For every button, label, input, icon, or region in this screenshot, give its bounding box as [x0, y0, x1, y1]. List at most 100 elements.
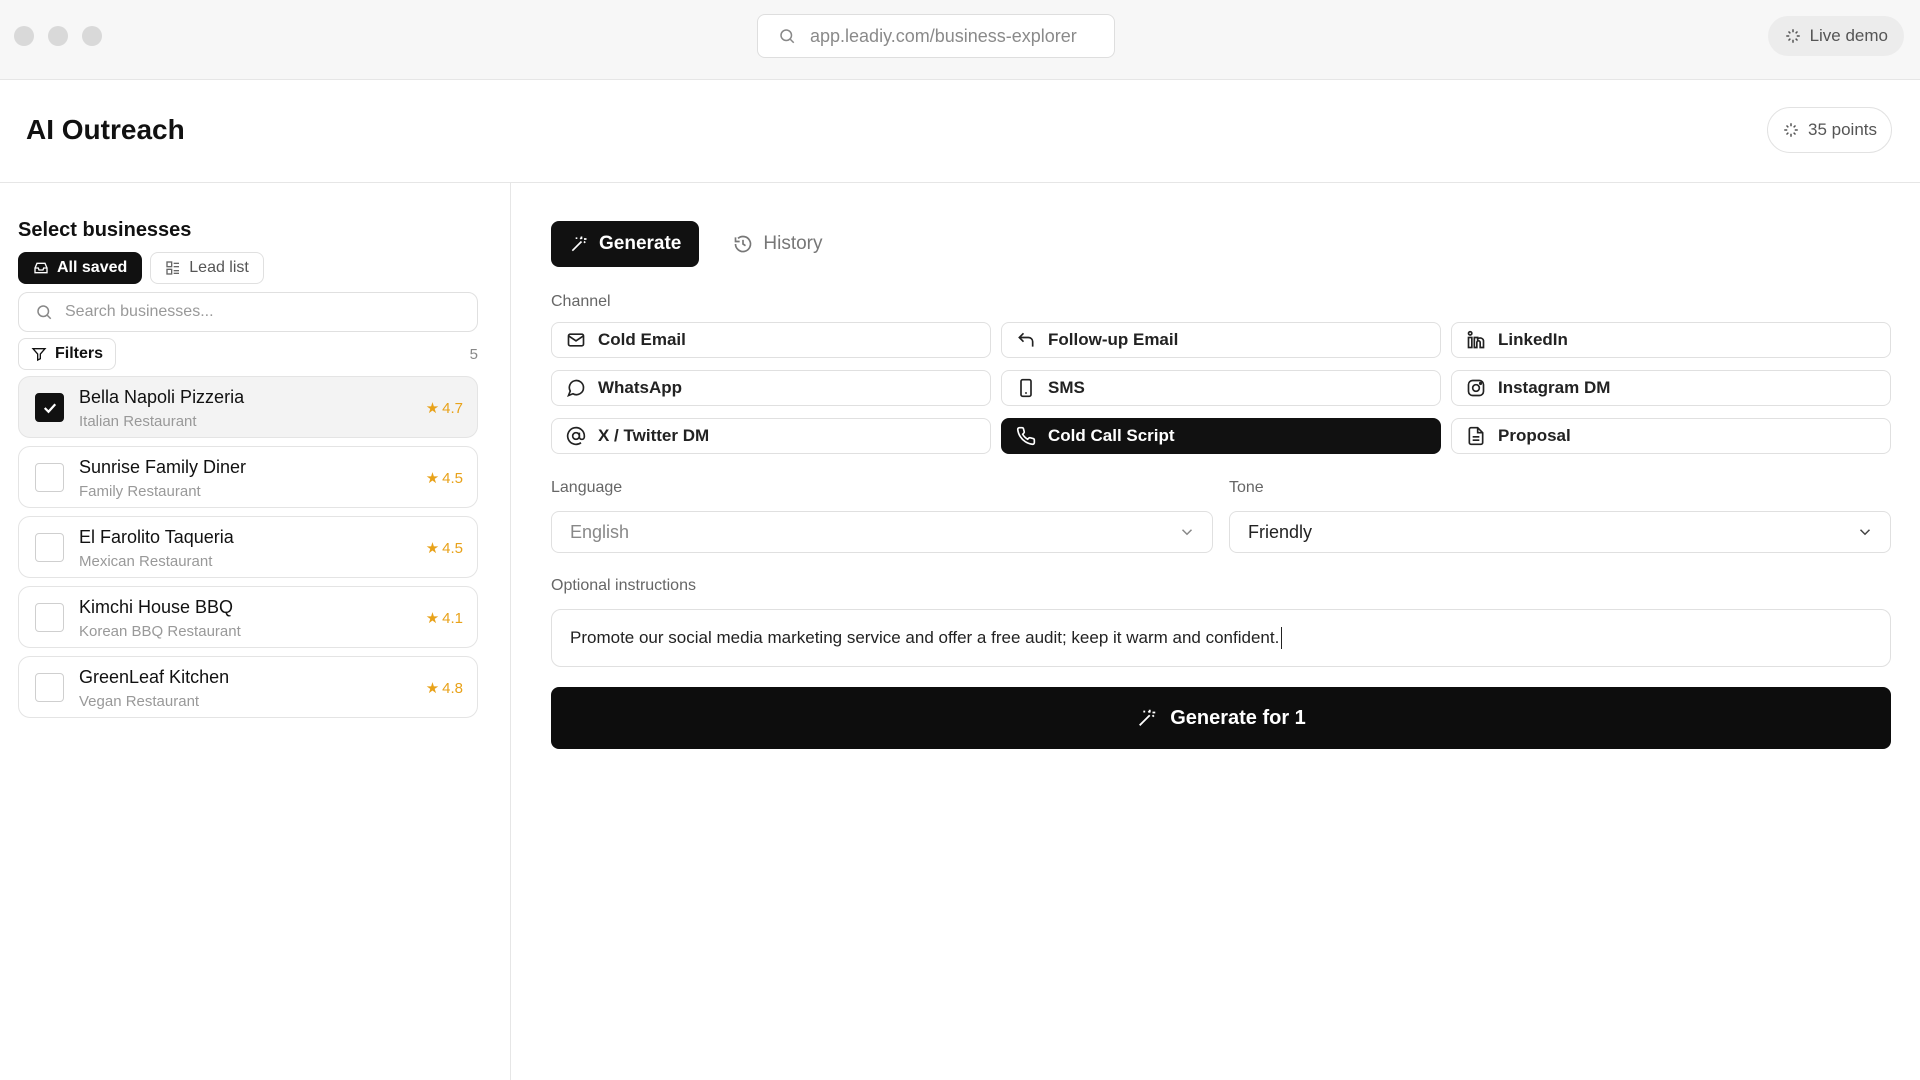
business-item[interactable]: Sunrise Family Diner Family Restaurant ★…: [18, 446, 478, 508]
text-caret: [1281, 627, 1283, 649]
business-rating: ★ 4.1: [426, 609, 463, 628]
channel-cold-call-script[interactable]: Cold Call Script: [1001, 418, 1441, 454]
tab-generate[interactable]: Generate: [551, 221, 700, 267]
business-checkbox[interactable]: [35, 603, 64, 632]
business-name: Sunrise Family Diner: [79, 457, 247, 477]
magic-wand-icon: [1139, 709, 1156, 726]
language-label: Language: [551, 479, 623, 496]
business-type: Vegan Restaurant: [79, 693, 200, 710]
channel-cold-email[interactable]: Cold Email: [551, 322, 991, 358]
channel-label-text: X / Twitter DM: [598, 426, 710, 445]
tab-history[interactable]: History: [715, 221, 840, 267]
channel-proposal[interactable]: Proposal: [1451, 418, 1891, 454]
business-checkbox[interactable]: [35, 393, 64, 422]
business-type: Family Restaurant: [79, 483, 201, 500]
phone-icon: [1016, 426, 1036, 446]
url-text: app.leadiy.com/business-explorer: [810, 25, 1077, 46]
tone-value: Friendly: [1248, 521, 1313, 542]
points-label: 35 points: [1808, 120, 1877, 139]
points-badge[interactable]: 35 points: [1767, 107, 1892, 153]
business-rating: ★ 4.5: [425, 539, 463, 558]
business-search-input[interactable]: Search businesses...: [18, 292, 478, 332]
instructions-label: Optional instructions: [551, 577, 696, 594]
list-icon: [166, 261, 180, 275]
channel-label-text: LinkedIn: [1498, 330, 1568, 349]
business-item[interactable]: El Farolito Taqueria Mexican Restaurant …: [18, 516, 478, 578]
tab-generate-label: Generate: [599, 233, 682, 254]
business-checkbox[interactable]: [35, 533, 64, 562]
tab-history-label: History: [763, 233, 823, 254]
instructions-input[interactable]: Promote our social media marketing servi…: [551, 609, 1891, 667]
generate-button[interactable]: Generate for 1: [551, 687, 1891, 749]
channel-label-text: SMS: [1048, 378, 1085, 397]
chevron-down-icon: [1181, 529, 1193, 536]
address-bar[interactable]: app.leadiy.com/business-explorer: [757, 14, 1115, 58]
filters-button[interactable]: Filters: [18, 338, 117, 370]
linkedin-icon: [1467, 330, 1485, 349]
business-name: GreenLeaf Kitchen: [79, 667, 230, 687]
channel-linkedin[interactable]: LinkedIn: [1451, 322, 1891, 358]
inbox-icon: [34, 262, 48, 274]
rating-value: 4.7: [442, 399, 463, 417]
channel-x-twitter-dm[interactable]: X / Twitter DM: [551, 418, 991, 454]
language-select[interactable]: English: [551, 511, 1213, 553]
channel-label-text: WhatsApp: [598, 378, 683, 397]
business-name: Kimchi House BBQ: [79, 597, 234, 617]
source-toggle: All saved Lead list: [18, 252, 510, 284]
result-count: 5: [469, 345, 478, 363]
search-icon: [780, 29, 795, 44]
page-title: AI Outreach: [26, 114, 185, 145]
language-value: English: [570, 521, 630, 542]
business-rating: ★ 4.5: [426, 469, 463, 488]
channel-instagram-dm[interactable]: Instagram DM: [1451, 370, 1891, 406]
all-saved-label: All saved: [57, 259, 128, 276]
channel-grid: Cold Email Follow-up Email LinkedIn What…: [551, 322, 1891, 454]
window-minimize-dot[interactable]: [48, 26, 68, 46]
channel-label-text: Cold Email: [598, 330, 686, 349]
check-icon: [43, 402, 56, 413]
magic-wand-icon: [571, 236, 587, 252]
channel-label-text: Cold Call Script: [1048, 426, 1175, 445]
star-icon: ★: [425, 540, 440, 557]
business-name: El Farolito Taqueria: [79, 527, 234, 547]
business-checkbox[interactable]: [35, 673, 64, 702]
star-icon: ★: [425, 400, 440, 417]
rating-value: 4.8: [442, 679, 463, 697]
sparkle-icon: [1784, 123, 1798, 137]
search-icon: [37, 305, 52, 320]
generate-label: Generate for 1: [1170, 706, 1306, 729]
star-icon: ★: [425, 680, 440, 697]
filter-row: Filters 5: [18, 338, 478, 370]
business-item[interactable]: GreenLeaf Kitchen Vegan Restaurant ★ 4.8: [18, 656, 478, 718]
channel-sms[interactable]: SMS: [1001, 370, 1441, 406]
app-header: AI Outreach 35 points: [0, 80, 1920, 183]
phone-device-icon: [1020, 378, 1032, 398]
rating-value: 4.5: [442, 539, 463, 557]
mail-icon: [567, 333, 585, 347]
channel-whatsapp[interactable]: WhatsApp: [551, 370, 991, 406]
business-item[interactable]: Kimchi House BBQ Korean BBQ Restaurant ★…: [18, 586, 478, 648]
business-rating: ★ 4.8: [425, 679, 463, 698]
window-close-dot[interactable]: [14, 26, 34, 46]
sidebar-heading: Select businesses: [18, 219, 192, 241]
filters-label: Filters: [55, 345, 104, 362]
business-item[interactable]: Bella Napoli Pizzeria Italian Restaurant…: [18, 376, 478, 438]
live-demo-button[interactable]: Live demo: [1767, 16, 1904, 56]
main-tabs: Generate History: [551, 221, 841, 267]
business-type: Mexican Restaurant: [79, 553, 213, 570]
business-sidebar: Select businesses All saved Lead list Se…: [0, 183, 511, 1080]
rating-value: 4.1: [442, 609, 463, 627]
lead-list-button[interactable]: Lead list: [150, 252, 264, 284]
window-maximize-dot[interactable]: [82, 26, 102, 46]
business-list: Bella Napoli Pizzeria Italian Restaurant…: [18, 376, 510, 718]
browser-chrome: app.leadiy.com/business-explorer Live de…: [0, 0, 1920, 80]
business-checkbox[interactable]: [35, 463, 64, 492]
business-rating: ★ 4.7: [425, 399, 463, 418]
filter-icon: [31, 348, 47, 362]
all-saved-button[interactable]: All saved: [18, 252, 143, 284]
tone-select[interactable]: Friendly: [1229, 511, 1891, 553]
live-demo-label: Live demo: [1809, 26, 1888, 45]
business-name: Bella Napoli Pizzeria: [79, 387, 245, 407]
sparkle-icon: [1785, 29, 1800, 43]
channel-follow-up-email[interactable]: Follow-up Email: [1001, 322, 1441, 358]
